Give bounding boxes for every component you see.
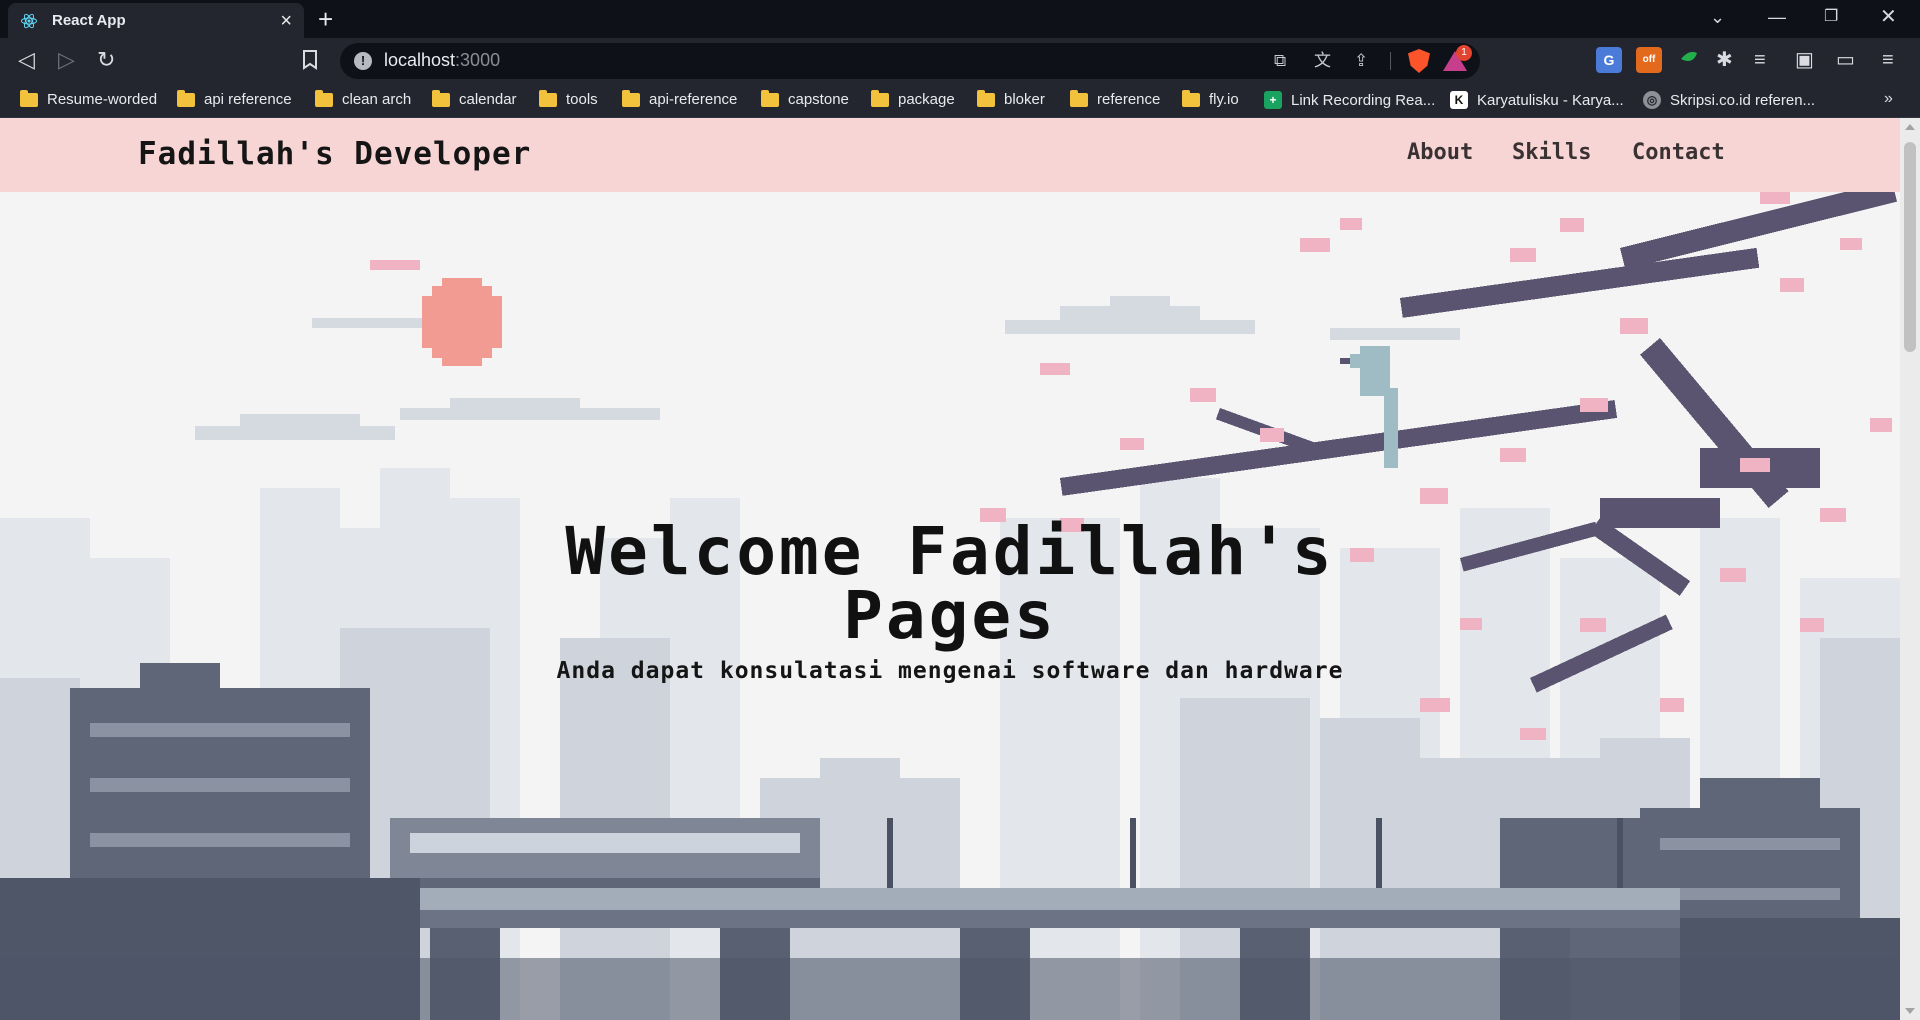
globe-icon: ◎: [1643, 91, 1661, 109]
folder-icon: [539, 89, 557, 107]
bookmark-skripsi[interactable]: ◎ Skripsi.co.id referen...: [1643, 91, 1815, 109]
url-port: :3000: [455, 50, 501, 70]
forward-icon[interactable]: ▷: [58, 48, 75, 72]
tab-close-icon[interactable]: ×: [280, 11, 292, 31]
site-brand[interactable]: Fadillah's Developer: [138, 136, 531, 172]
bookmark-label: Link Recording Rea...: [1291, 91, 1436, 109]
new-tab-plus-icon[interactable]: +: [318, 5, 333, 33]
bookmark-link-recording[interactable]: + Link Recording Rea...: [1264, 91, 1435, 109]
scroll-up-arrow-icon[interactable]: [1905, 124, 1915, 130]
hero-title: Welcome Fadillah's Pages: [565, 513, 1335, 654]
green-plus-icon: +: [1264, 91, 1282, 109]
close-window-icon[interactable]: ✕: [1880, 7, 1897, 27]
bookmark-label: capstone: [788, 91, 849, 108]
bookmark-api-reference-2[interactable]: api-reference: [622, 89, 738, 108]
hero-subtitle: Anda dapat konsulatasi mengenai software…: [556, 658, 1344, 684]
bookmark-label: package: [898, 91, 955, 108]
share-icon[interactable]: ⇪: [1354, 52, 1368, 70]
tab-title: React App: [52, 12, 126, 29]
translate-icon[interactable]: 文: [1314, 52, 1331, 70]
extensions-puzzle-icon[interactable]: ✱: [1716, 48, 1733, 72]
bookmarks-overflow-icon[interactable]: »: [1884, 90, 1893, 108]
page-viewport: Fadillah's Developer About Skills Contac…: [0, 118, 1920, 1020]
info-icon[interactable]: !: [354, 52, 372, 70]
bookmark-fly-io[interactable]: fly.io: [1182, 89, 1239, 108]
folder-icon: [1070, 89, 1088, 107]
folder-icon: [20, 89, 38, 107]
omnibox-divider: [1390, 52, 1391, 70]
bookmark-bloker[interactable]: bloker: [977, 89, 1045, 108]
bookmark-resume-worded[interactable]: Resume-worded: [20, 89, 158, 108]
bookmark-label: clean arch: [342, 91, 412, 108]
nav-skills-link[interactable]: Skills: [1512, 140, 1591, 165]
nav-contact-link[interactable]: Contact: [1632, 140, 1725, 165]
back-icon[interactable]: ◁: [18, 48, 35, 72]
off-extension-icon[interactable]: off: [1636, 47, 1662, 73]
folder-icon: [177, 89, 195, 107]
tab-strip: React App × + ⌄ — ❐ ✕: [0, 0, 1920, 38]
folder-icon: [432, 89, 450, 107]
google-translate-extension-icon[interactable]: G: [1596, 47, 1622, 73]
bookmark-capstone[interactable]: capstone: [761, 89, 849, 108]
browser-toolbar: ◁ ▷ ↻ ! localhost:3000 ⧉ 文 ⇪ 1 G off ✱ ≡…: [0, 38, 1920, 84]
url-text[interactable]: localhost:3000: [384, 50, 500, 71]
address-bar[interactable]: ! localhost:3000 ⧉ 文 ⇪ 1: [340, 43, 1480, 79]
folder-icon: [761, 89, 779, 107]
folder-icon: [315, 89, 333, 107]
folder-icon: [977, 89, 995, 107]
open-in-app-icon[interactable]: ⧉: [1274, 52, 1286, 70]
bookmark-label: reference: [1097, 91, 1161, 108]
page-scrollbar[interactable]: [1900, 118, 1920, 1020]
bookmark-label: api-reference: [649, 91, 738, 108]
rewards-badge: 1: [1456, 45, 1472, 61]
browser-tab-active[interactable]: React App ×: [8, 3, 304, 38]
react-logo-icon: [21, 13, 37, 28]
bookmark-label: api reference: [204, 91, 292, 108]
bookmark-reference[interactable]: reference: [1070, 89, 1161, 108]
folder-icon: [871, 89, 889, 107]
k-logo-icon: K: [1450, 91, 1468, 109]
bookmark-label: bloker: [1004, 91, 1045, 108]
minimize-icon[interactable]: —: [1768, 7, 1786, 27]
nav-about-link[interactable]: About: [1407, 140, 1473, 165]
reload-icon[interactable]: ↻: [97, 48, 115, 72]
train-shape: [390, 818, 820, 888]
folder-icon: [622, 89, 640, 107]
site-header: Fadillah's Developer About Skills Contac…: [0, 118, 1900, 192]
bookmark-clean-arch[interactable]: clean arch: [315, 89, 412, 108]
bookmark-package[interactable]: package: [871, 89, 955, 108]
bookmark-karyatulisku[interactable]: K Karyatulisku - Karya...: [1450, 91, 1624, 109]
sidebar-icon[interactable]: ▣: [1795, 48, 1814, 72]
brave-shields-icon[interactable]: [1408, 49, 1430, 73]
bookmark-tools[interactable]: tools: [539, 89, 598, 108]
tab-search-chevron-down-icon[interactable]: ⌄: [1710, 7, 1725, 27]
bookmark-api-reference[interactable]: api reference: [177, 89, 292, 108]
green-leaf-extension-icon[interactable]: [1676, 47, 1702, 73]
bookmark-label: calendar: [459, 91, 517, 108]
bookmark-label: tools: [566, 91, 598, 108]
bookmarks-bar: Resume-worded api reference clean arch c…: [0, 84, 1920, 118]
sun-shape: [422, 278, 502, 366]
folder-icon: [1182, 89, 1200, 107]
menu-icon[interactable]: ≡: [1882, 48, 1894, 72]
bookmark-label: Skripsi.co.id referen...: [1670, 91, 1816, 109]
scroll-thumb[interactable]: [1904, 142, 1916, 352]
restore-icon[interactable]: ❐: [1824, 7, 1838, 27]
wallet-icon[interactable]: ▭: [1836, 48, 1855, 72]
bookmark-label: Resume-worded: [47, 91, 158, 108]
scroll-down-arrow-icon[interactable]: [1905, 1008, 1915, 1014]
url-host: localhost: [384, 50, 456, 70]
media-playlist-icon[interactable]: ≡: [1754, 48, 1766, 72]
bookmark-label: fly.io: [1209, 91, 1239, 108]
bookmark-calendar[interactable]: calendar: [432, 89, 517, 108]
bookmark-page-icon[interactable]: [302, 50, 318, 70]
bookmark-label: Karyatulisku - Karya...: [1477, 91, 1624, 109]
